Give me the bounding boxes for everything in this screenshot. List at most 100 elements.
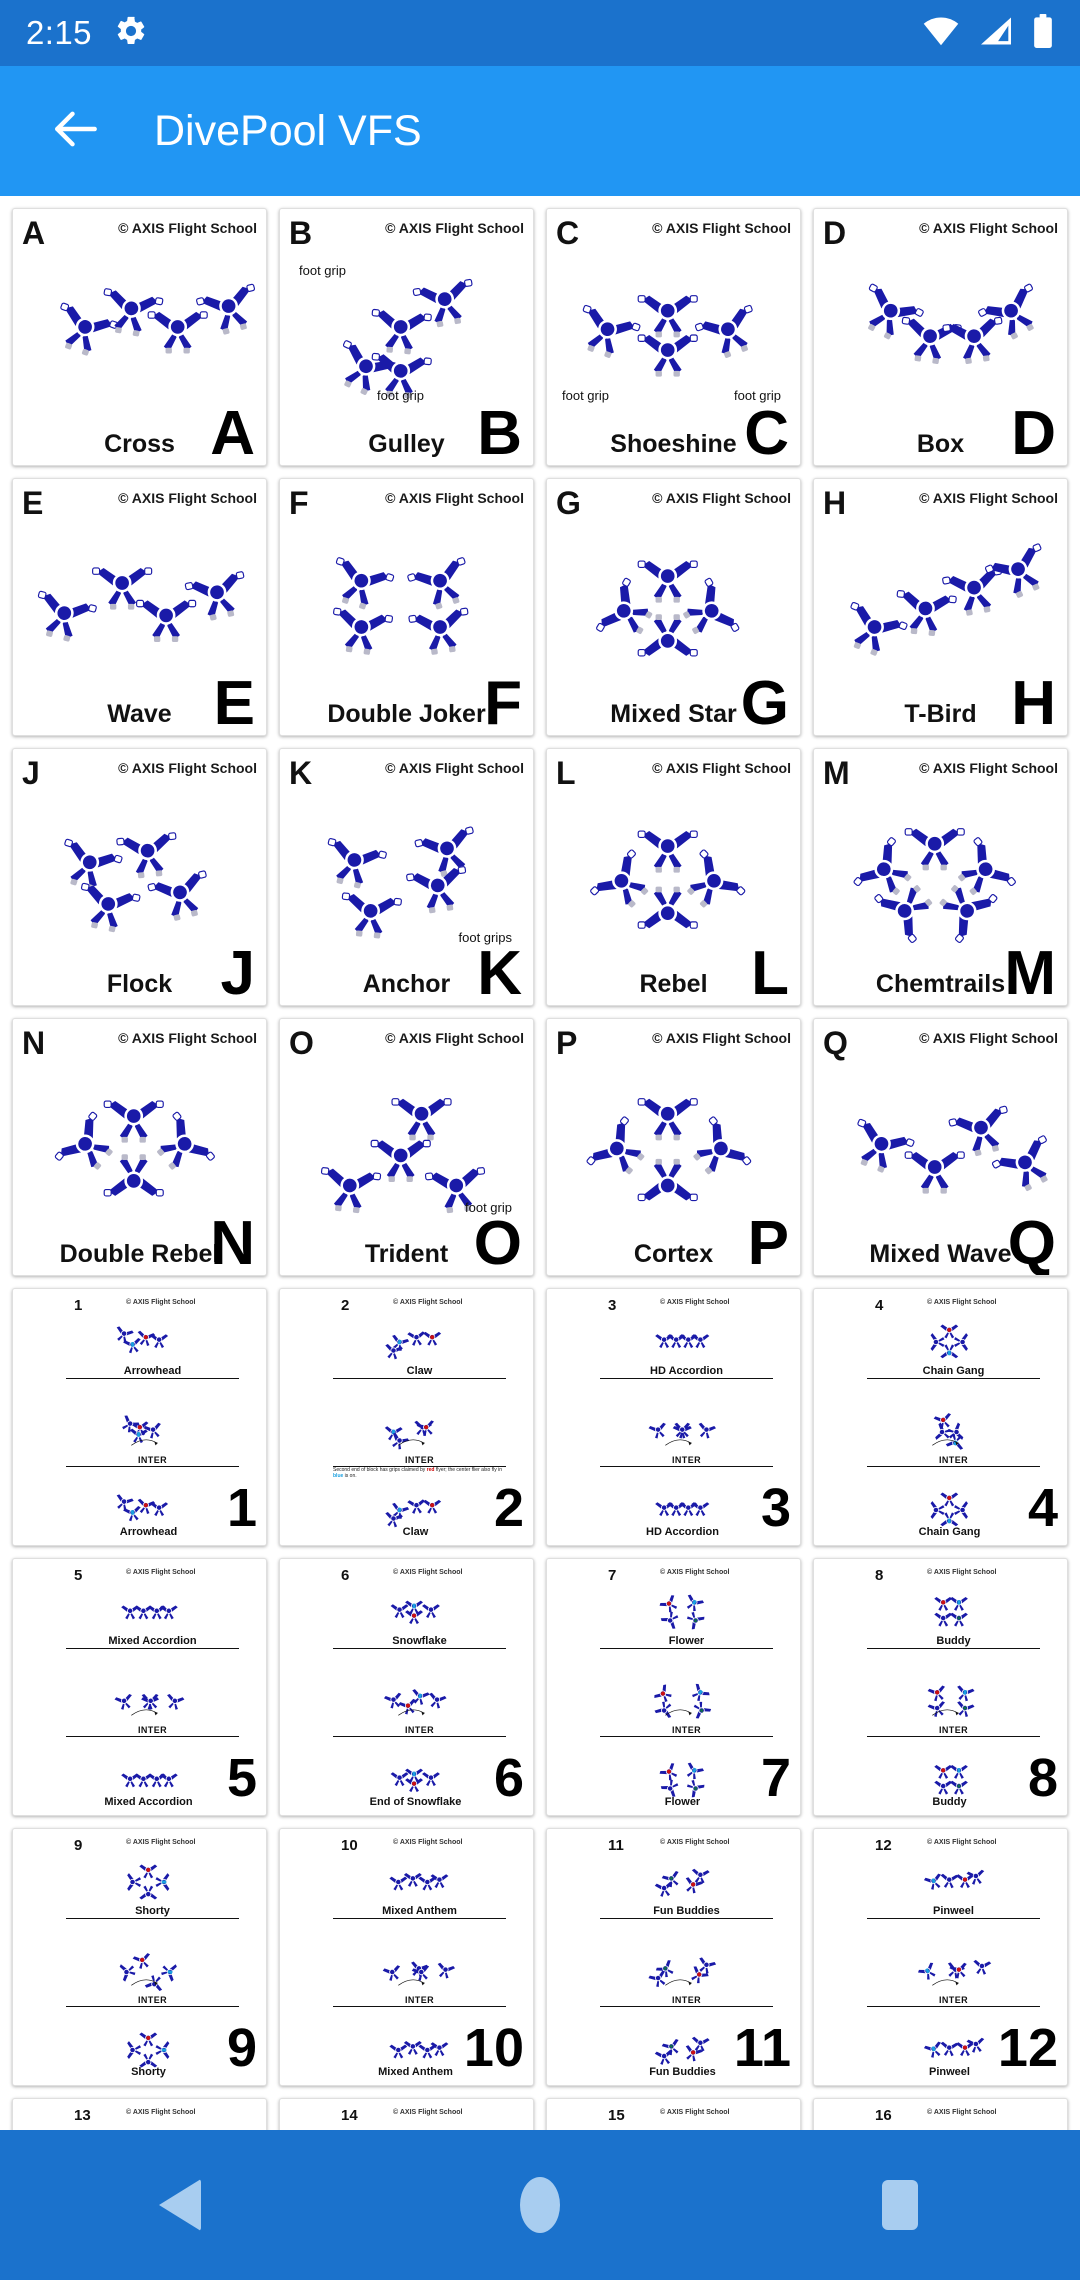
divider <box>66 2006 239 2007</box>
formation-diagram-top <box>867 1313 1040 1365</box>
formation-card-p[interactable]: P © AXIS Flight School Cortex P <box>546 1018 801 1276</box>
formation-name-top: Chain Gang <box>922 1365 985 1377</box>
formation-card-8[interactable]: 8 © AXIS Flight School Buddy INTER Buddy… <box>813 1558 1068 1816</box>
formation-diagram <box>819 249 1062 421</box>
formation-card-j[interactable]: J © AXIS Flight School Flock J <box>12 748 267 1006</box>
formation-card-k[interactable]: K © AXIS Flight School foot grips Anchor… <box>279 748 534 1006</box>
inter-label: INTER <box>939 1455 968 1465</box>
inter-label: INTER <box>672 1995 701 2005</box>
card-big-letter: K <box>477 939 522 1006</box>
back-button[interactable] <box>28 83 124 179</box>
card-content: 6 © AXIS Flight School Snowflake INTER E… <box>285 1565 528 1811</box>
formation-card-o[interactable]: O © AXIS Flight School foot grip Trident… <box>279 1018 534 1276</box>
formation-diagram <box>18 519 261 691</box>
formation-card-h[interactable]: H © AXIS Flight School T-Bird H <box>813 478 1068 736</box>
formation-card-q[interactable]: Q © AXIS Flight School Mixed Wave Q <box>813 1018 1068 1276</box>
divider <box>867 1378 1040 1380</box>
formation-card-9[interactable]: 9 © AXIS Flight School Shorty INTER Shor… <box>12 1828 267 2086</box>
formation-diagram-top <box>66 1583 239 1635</box>
card-big-letter: A <box>210 399 255 466</box>
formation-card-12[interactable]: 12 © AXIS Flight School Pinweel INTER Pi… <box>813 1828 1068 2086</box>
formation-card-g[interactable]: G © AXIS Flight School Mixed Star G <box>546 478 801 736</box>
formation-card-6[interactable]: 6 © AXIS Flight School Snowflake INTER E… <box>279 1558 534 1816</box>
formation-diagram <box>18 249 261 421</box>
copyright-label: © AXIS Flight School <box>118 760 257 776</box>
formation-card-e[interactable]: E © AXIS Flight School Wave E <box>12 478 267 736</box>
formation-card-f[interactable]: F © AXIS Flight School Double Joker F <box>279 478 534 736</box>
formation-card-l[interactable]: L © AXIS Flight School Rebel L <box>546 748 801 1006</box>
formation-diagram <box>819 519 1062 691</box>
formation-card-4[interactable]: 4 © AXIS Flight School Chain Gang INTER … <box>813 1288 1068 1546</box>
card-content: C © AXIS Flight School foot grip foot gr… <box>552 215 795 465</box>
card-big-number: 3 <box>760 1478 791 1538</box>
card-big-number: 12 <box>997 2018 1058 2078</box>
card-big-letter: O <box>473 1209 522 1276</box>
panel-top: Claw <box>333 1313 506 1380</box>
card-note: Second end of block has grips claimed by… <box>333 1467 502 1480</box>
formation-name-bottom: Claw <box>402 1526 429 1538</box>
card-corner-number: 6 <box>341 1567 350 1584</box>
card-big-letter: G <box>740 669 789 736</box>
formation-grid-scroll[interactable]: A © AXIS Flight School Cross A B © AXIS … <box>0 196 1080 2130</box>
card-corner-number: 13 <box>74 2107 91 2124</box>
formation-card-d[interactable]: D © AXIS Flight School Box D <box>813 208 1068 466</box>
divider <box>66 1736 239 1737</box>
formation-grid: A © AXIS Flight School Cross A B © AXIS … <box>0 196 1080 2130</box>
panel-top: Shorty <box>66 1853 239 1920</box>
card-big-letter: F <box>484 669 522 736</box>
copyright-label: © AXIS Flight School <box>385 220 524 236</box>
formation-card-b[interactable]: B © AXIS Flight School foot grip foot gr… <box>279 208 534 466</box>
card-content: M © AXIS Flight School Chemtrails M <box>819 755 1062 1005</box>
panel-top: Mixed Accordion <box>66 1583 239 1650</box>
formation-card-11[interactable]: 11 © AXIS Flight School Fun Buddies INTE… <box>546 1828 801 2086</box>
nav-recents-button[interactable] <box>825 2130 975 2280</box>
formation-diagram <box>819 789 1062 961</box>
formation-card-3[interactable]: 3 © AXIS Flight School HD Accordion INTE… <box>546 1288 801 1546</box>
panel-top: Arrowhead <box>66 1313 239 1380</box>
card-content: 3 © AXIS Flight School HD Accordion INTE… <box>552 1295 795 1541</box>
panel-inter: INTER <box>600 1673 773 1737</box>
card-big-letter: C <box>744 399 789 466</box>
formation-name-bottom: End of Snowflake <box>369 1796 462 1808</box>
copyright-label: © AXIS Flight School <box>660 1299 730 1306</box>
copyright-label: © AXIS Flight School <box>385 490 524 506</box>
formation-card-a[interactable]: A © AXIS Flight School Cross A <box>12 208 267 466</box>
formation-diagram <box>552 519 795 691</box>
copyright-label: © AXIS Flight School <box>660 1569 730 1576</box>
divider <box>600 2006 773 2007</box>
nav-home-button[interactable] <box>465 2130 615 2280</box>
card-big-number: 6 <box>493 1748 524 1808</box>
card-content: J © AXIS Flight School Flock J <box>18 755 261 1005</box>
formation-card-m[interactable]: M © AXIS Flight School Chemtrails M <box>813 748 1068 1006</box>
card-big-number: 9 <box>226 2018 257 2078</box>
inter-label: INTER <box>138 1995 167 2005</box>
card-corner-number: 4 <box>875 1297 884 1314</box>
status-bar: 2:15 <box>0 0 1080 66</box>
formation-diagram <box>819 1059 1062 1231</box>
formation-diagram <box>552 1059 795 1231</box>
card-corner-letter: J <box>22 755 40 791</box>
formation-card-7[interactable]: 7 © AXIS Flight School Flower INTER Flow… <box>546 1558 801 1816</box>
nav-back-button[interactable] <box>105 2130 255 2280</box>
formation-card-10[interactable]: 10 © AXIS Flight School Mixed Anthem INT… <box>279 1828 534 2086</box>
formation-card-2[interactable]: 2 © AXIS Flight School Claw INTER Second… <box>279 1288 534 1546</box>
formation-card-15[interactable]: 15 © AXIS Flight School <box>546 2098 801 2130</box>
card-content: 16 © AXIS Flight School <box>819 2105 1062 2130</box>
divider <box>867 2006 1040 2007</box>
formation-card-14[interactable]: 14 © AXIS Flight School <box>279 2098 534 2130</box>
panel-inter: INTER <box>600 1943 773 2007</box>
formation-card-n[interactable]: N © AXIS Flight School Double Rebel N <box>12 1018 267 1276</box>
formation-card-13[interactable]: 13 © AXIS Flight School <box>12 2098 267 2130</box>
divider <box>333 1918 506 1920</box>
card-corner-letter: H <box>823 485 847 521</box>
formation-card-5[interactable]: 5 © AXIS Flight School Mixed Accordion I… <box>12 1558 267 1816</box>
panel-top: HD Accordion <box>600 1313 773 1380</box>
card-big-letter: D <box>1011 399 1056 466</box>
formation-card-1[interactable]: 1 © AXIS Flight School Arrowhead INTER A… <box>12 1288 267 1546</box>
formation-name-top: Fun Buddies <box>653 1905 720 1917</box>
formation-card-16[interactable]: 16 © AXIS Flight School <box>813 2098 1068 2130</box>
formation-name-bottom: Shorty <box>131 2066 166 2078</box>
card-content: L © AXIS Flight School Rebel L <box>552 755 795 1005</box>
formation-card-c[interactable]: C © AXIS Flight School foot grip foot gr… <box>546 208 801 466</box>
card-content: 12 © AXIS Flight School Pinweel INTER Pi… <box>819 1835 1062 2081</box>
